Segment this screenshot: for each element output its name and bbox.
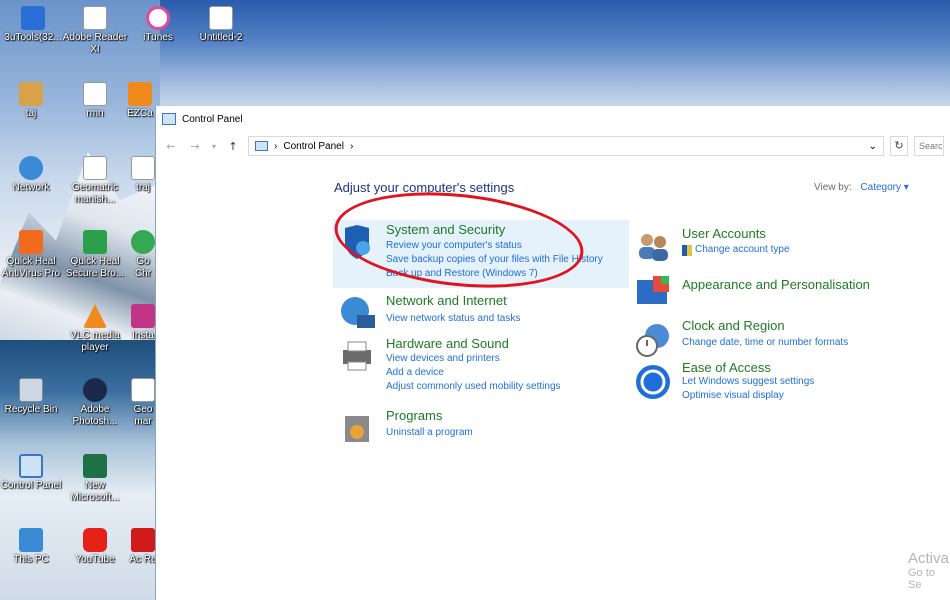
vlc-icon (83, 304, 107, 328)
desktop-icon-itunes[interactable]: iTunes (123, 6, 193, 44)
desktop-icon-youtube[interactable]: YouTube (60, 528, 130, 566)
category-title[interactable]: Clock and Region (682, 318, 785, 333)
category-title[interactable]: Ease of Access (682, 360, 771, 375)
desktop-wallpaper-sky (160, 0, 950, 106)
file-icon (83, 82, 107, 106)
desktop-icon-3utools[interactable]: 3uTools(32... (0, 6, 68, 44)
category-user-accounts[interactable]: User Accounts Change account type (629, 224, 929, 264)
clock-globe-icon (636, 324, 669, 357)
photoshop-icon (83, 378, 107, 402)
control-panel-icon (255, 141, 268, 151)
chevron-right-icon[interactable]: › (350, 141, 353, 152)
link-optimise-display[interactable]: Optimise visual display (682, 390, 784, 401)
title-bar[interactable]: Control Panel (156, 106, 950, 132)
file-icon (83, 6, 107, 30)
category-title[interactable]: Appearance and Personalisation (682, 277, 870, 292)
category-hardware-and-sound[interactable]: Hardware and Sound View devices and prin… (333, 334, 633, 394)
user-folder-icon (19, 82, 43, 106)
desktop-icon-this-pc[interactable]: This PC (0, 528, 66, 566)
address-bar[interactable]: › Control Panel › ⌄ (248, 136, 884, 156)
desktop-icon-ezcast[interactable]: EZCa (120, 82, 160, 120)
youtube-icon (83, 528, 107, 552)
link-add-device[interactable]: Add a device (386, 367, 444, 378)
printer-icon (343, 341, 371, 371)
desktop-icon-geo[interactable]: Geo mar (128, 378, 158, 428)
back-arrow-icon[interactable]: ← (162, 140, 180, 153)
category-appearance[interactable]: Appearance and Personalisation (629, 272, 929, 312)
category-title[interactable]: Network and Internet (386, 293, 507, 308)
link-network-status[interactable]: View network status and tasks (386, 313, 520, 324)
ezcast-icon (128, 82, 152, 106)
chevron-down-icon[interactable]: ⌄ (869, 141, 877, 152)
category-title[interactable]: Programs (386, 408, 442, 423)
desktop-icon-geomatric[interactable]: Geomatric manish... (60, 156, 130, 206)
desktop-icon-excel[interactable]: New Microsoft... (60, 454, 130, 504)
desktop-icon-photoshop[interactable]: Adobe Photosh... (60, 378, 130, 428)
chrome-icon (131, 230, 155, 254)
instagram-icon (131, 304, 155, 328)
category-title[interactable]: User Accounts (682, 226, 766, 241)
acrobat-icon (131, 528, 155, 552)
category-title[interactable]: Hardware and Sound (386, 336, 509, 351)
3utools-icon (21, 6, 45, 30)
category-clock-and-region[interactable]: Clock and Region Change date, time or nu… (629, 318, 929, 358)
link-date-time-formats[interactable]: Change date, time or number formats (682, 337, 848, 348)
chevron-right-icon: › (274, 140, 278, 152)
address-row: ← → ▾ ↑ › Control Panel › ⌄ ↻ Search (156, 132, 950, 160)
refresh-button[interactable]: ↻ (890, 136, 908, 156)
search-input[interactable]: Search (914, 136, 944, 156)
desktop-icon-control-panel[interactable]: Control Panel (0, 454, 66, 492)
itunes-icon (146, 6, 170, 30)
desktop-icon-acrobat[interactable]: Ac Re (128, 528, 158, 566)
desktop-icon-instagram[interactable]: Insta (128, 304, 158, 342)
window-title: Control Panel (182, 113, 243, 125)
desktop-icon-vlc[interactable]: VLC media player (60, 304, 130, 354)
desktop-icon-quick-heal[interactable]: Quick Heal AntiVirus Pro (0, 230, 66, 280)
category-ease-of-access[interactable]: Ease of Access Let Windows suggest setti… (629, 360, 929, 404)
users-icon (639, 234, 668, 261)
file-icon (131, 156, 155, 180)
uac-shield-icon (682, 245, 692, 256)
link-devices-printers[interactable]: View devices and printers (386, 353, 500, 364)
network-icon (19, 156, 43, 180)
desktop-icon-adobe-reader[interactable]: Adobe Reader XI (60, 6, 130, 56)
ease-of-access-icon (636, 365, 670, 399)
this-pc-icon (19, 528, 43, 552)
recycle-bin-icon (19, 378, 43, 402)
category-programs[interactable]: Programs Uninstall a program (333, 406, 633, 446)
control-panel-icon (162, 113, 176, 125)
link-uninstall-program[interactable]: Uninstall a program (386, 427, 473, 438)
up-arrow-icon[interactable]: ↑ (224, 140, 242, 153)
view-by-dropdown[interactable]: Category ▾ (860, 182, 908, 193)
globe-network-icon (341, 297, 375, 328)
file-icon (83, 156, 107, 180)
breadcrumb-control-panel[interactable]: Control Panel (283, 141, 344, 152)
control-panel-icon (19, 454, 43, 478)
programs-icon (345, 416, 369, 442)
desktop-icon-taj[interactable]: taj (0, 82, 66, 120)
file-icon (131, 378, 155, 402)
desktop-icon-network[interactable]: Network (0, 156, 66, 194)
desktop-icon-untitled[interactable]: Untitled-2 (186, 6, 256, 44)
quickheal-icon (19, 230, 43, 254)
link-change-account-type[interactable]: Change account type (695, 244, 790, 255)
view-by: View by: Category ▾ (814, 182, 909, 193)
link-windows-suggest[interactable]: Let Windows suggest settings (682, 376, 814, 387)
excel-icon (83, 454, 107, 478)
activation-watermark: Activa Go to Se (908, 550, 949, 591)
category-network-and-internet[interactable]: Network and Internet View network status… (333, 291, 633, 331)
link-mobility-settings[interactable]: Adjust commonly used mobility settings (386, 381, 561, 392)
desktop-icon-traj[interactable]: traj (128, 156, 158, 194)
file-icon (209, 6, 233, 30)
desktop-icon-recycle-bin[interactable]: Recycle Bin (0, 378, 66, 416)
desktop-icon-quick-heal-browser[interactable]: Quick Heal Secure Bro... (60, 230, 130, 280)
appearance-icon (637, 276, 669, 304)
quickheal-browser-icon (83, 230, 107, 254)
forward-arrow-icon[interactable]: → (186, 140, 204, 153)
desktop-icon-chrome[interactable]: Go Chr (128, 230, 158, 280)
chevron-down-icon[interactable]: ▾ (210, 142, 218, 151)
control-panel-window: Control Panel ← → ▾ ↑ › Control Panel › … (155, 106, 950, 600)
